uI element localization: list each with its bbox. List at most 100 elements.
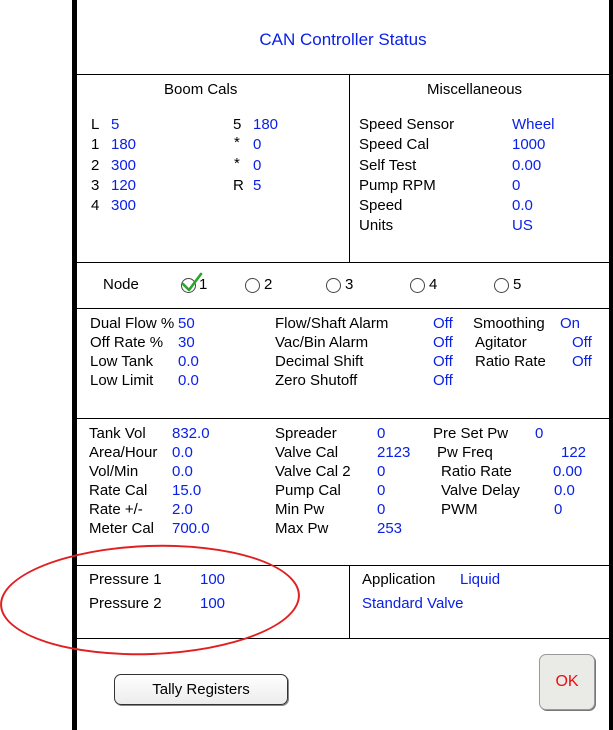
value-label: PWM xyxy=(441,501,478,518)
misc-label: Speed Sensor xyxy=(359,116,455,133)
radio-circle[interactable] xyxy=(245,278,260,293)
node-option-label: 2 xyxy=(264,276,273,293)
node-option-label: 1 xyxy=(199,276,208,293)
value-label: Valve Cal xyxy=(275,444,339,461)
boom-cal-label: 3 xyxy=(91,177,100,194)
misc-value: Wheel xyxy=(512,116,555,133)
radio-circle[interactable] xyxy=(410,278,425,293)
divider xyxy=(349,565,350,638)
value-label: Valve Cal 2 xyxy=(275,463,351,480)
value-number: 15.0 xyxy=(172,482,202,499)
misc-label: Units xyxy=(359,217,394,234)
value-number: 0 xyxy=(377,425,386,442)
divider xyxy=(77,308,609,309)
value-label: Rate Cal xyxy=(89,482,148,499)
boom-cal-label: 4 xyxy=(91,197,100,214)
radio-circle[interactable] xyxy=(326,278,341,293)
setting-value: 50 xyxy=(178,315,195,332)
divider xyxy=(349,74,350,262)
misc-header: Miscellaneous xyxy=(427,81,523,98)
value-number: 122 xyxy=(561,444,587,461)
value-number: 253 xyxy=(377,520,403,537)
setting-label: Low Limit xyxy=(90,372,154,389)
setting-label: Zero Shutoff xyxy=(275,372,358,389)
window-right-border xyxy=(609,0,613,730)
setting-label: Low Tank xyxy=(90,353,154,370)
value-number: 0.00 xyxy=(553,463,583,480)
tally-registers-button[interactable]: Tally Registers xyxy=(114,674,288,705)
boom-cal-label: * xyxy=(234,134,240,151)
setting-value: 0.0 xyxy=(178,372,199,389)
divider xyxy=(77,262,609,263)
setting-label: Decimal Shift xyxy=(275,353,364,370)
value-number: 832.0 xyxy=(172,425,210,442)
value-label: Vol/Min xyxy=(89,463,139,480)
highlight-ellipse xyxy=(0,539,302,661)
boom-cal-label: 2 xyxy=(91,157,100,174)
divider xyxy=(77,418,609,419)
valve-type: Standard Valve xyxy=(362,595,464,612)
value-number: 700.0 xyxy=(172,520,210,537)
value-number: 0.0 xyxy=(554,482,575,499)
value-label: Tank Vol xyxy=(89,425,146,442)
node-option-label: 3 xyxy=(345,276,354,293)
value-number: 0 xyxy=(554,501,563,518)
value-number: 2123 xyxy=(377,444,411,461)
ok-button[interactable]: OK xyxy=(539,654,595,710)
setting-value: Off xyxy=(433,372,453,389)
misc-value: US xyxy=(512,217,533,234)
boom-cal-value: 120 xyxy=(111,177,137,194)
setting-value: Off xyxy=(572,353,592,370)
misc-value: 1000 xyxy=(512,136,546,153)
boom-cal-label: L xyxy=(91,116,100,133)
radio-circle[interactable] xyxy=(494,278,509,293)
application-value: Liquid xyxy=(460,571,501,588)
boom-cal-value: 180 xyxy=(111,136,137,153)
value-label: Meter Cal xyxy=(89,520,155,537)
misc-value: 0.0 xyxy=(512,197,533,214)
value-label: Pump Cal xyxy=(275,482,341,499)
value-label: Spreader xyxy=(275,425,337,442)
value-number: 0 xyxy=(377,463,386,480)
value-label: Pre Set Pw xyxy=(433,425,509,442)
misc-label: Self Test xyxy=(359,157,417,174)
value-label: Max Pw xyxy=(275,520,329,537)
value-label: Rate +/- xyxy=(89,501,143,518)
setting-value: Off xyxy=(433,334,453,351)
dialog-title: CAN Controller Status xyxy=(259,30,427,49)
setting-value: On xyxy=(560,315,581,332)
value-number: 0.0 xyxy=(172,444,193,461)
value-label: Pw Freq xyxy=(437,444,493,461)
boom-cal-label: * xyxy=(234,155,240,172)
setting-value: Off xyxy=(572,334,592,351)
value-label: Area/Hour xyxy=(89,444,158,461)
value-label: Ratio Rate xyxy=(441,463,512,480)
boom-cal-value: 5 xyxy=(253,177,262,194)
setting-label: Flow/Shaft Alarm xyxy=(275,315,389,332)
setting-label: Off Rate % xyxy=(90,334,164,351)
node-label: Node xyxy=(103,276,139,293)
value-number: 0.0 xyxy=(172,463,193,480)
value-number: 0 xyxy=(377,501,386,518)
boom-cal-value: 5 xyxy=(111,116,120,133)
node-option-label: 4 xyxy=(429,276,438,293)
boom-cal-value: 0 xyxy=(253,136,262,153)
application-label: Application xyxy=(362,571,436,588)
misc-value: 0.00 xyxy=(512,157,542,174)
node-option-label: 5 xyxy=(513,276,522,293)
value-number: 0 xyxy=(535,425,544,442)
setting-value: 30 xyxy=(178,334,195,351)
boom-cal-label: 5 xyxy=(233,116,242,133)
setting-label: Vac/Bin Alarm xyxy=(275,334,369,351)
value-label: Min Pw xyxy=(275,501,325,518)
setting-value: 0.0 xyxy=(178,353,199,370)
boom-cal-value: 300 xyxy=(111,197,137,214)
boom-cal-value: 180 xyxy=(253,116,279,133)
value-number: 0 xyxy=(377,482,386,499)
setting-value: Off xyxy=(433,353,453,370)
boom-cal-label: R xyxy=(233,177,244,194)
setting-label: Agitator xyxy=(475,334,527,351)
boom-cal-label: 1 xyxy=(91,136,100,153)
boom-cal-value: 0 xyxy=(253,157,262,174)
value-number: 2.0 xyxy=(172,501,193,518)
